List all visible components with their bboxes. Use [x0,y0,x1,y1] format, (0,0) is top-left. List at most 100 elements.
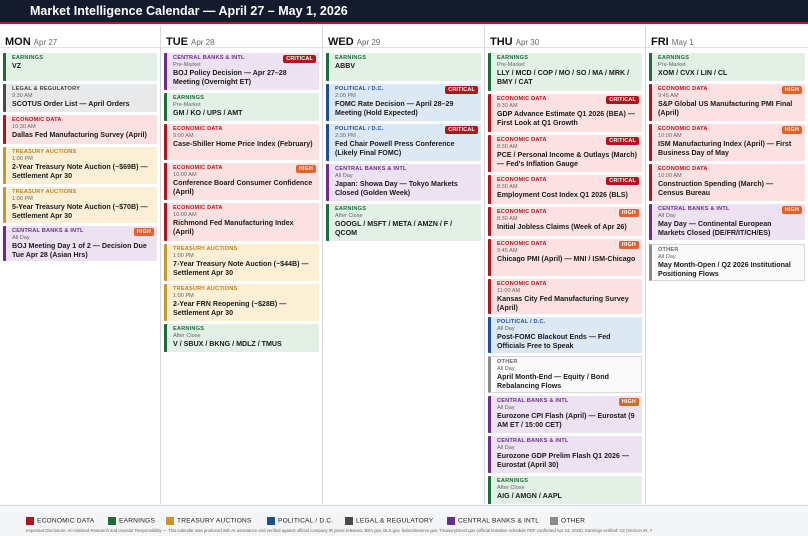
high-badge: HIGH [133,228,154,236]
event-card[interactable]: ECONOMIC DATA 10:00 AM ISM Manufacturing I… [649,124,805,161]
event-category: ECONOMIC DATA [173,165,223,171]
event-card[interactable]: ECONOMIC DATA 8:30 AM GDP Advance Estimate… [488,94,642,132]
event-category: ECONOMIC DATA [12,117,62,123]
event-card[interactable]: CENTRAL BANKS & INTL All Day Eurozone CPI … [488,396,642,433]
event-title: May Day — Continental European Markets C… [658,220,772,237]
event-category: EARNINGS [335,206,367,212]
event-time: All Day [497,405,515,411]
event-card[interactable]: EARNINGS After Close V / SBUX / BKNG / MDL… [164,324,319,352]
week-grid: MON Apr 27 EARNINGS VZ LEGAL & REGULATORY 9:… [0,26,808,504]
event-title: Kansas City Fed Manufacturing Survey (Ap… [497,295,629,312]
event-time: 1:00 PM [173,253,194,259]
event-card[interactable]: OTHER All Day May Month-Open / Q2 2026 Ins… [649,244,805,281]
event-card[interactable]: EARNINGS VZ [3,53,157,81]
event-time: After Close [335,213,363,219]
legend-swatch [26,516,34,525]
event-category: ECONOMIC DATA [658,86,708,92]
event-title: Eurozone CPI Flash (April) — Eurostat (9… [497,412,635,429]
event-card[interactable]: ECONOMIC DATA 8:30 AM PCE / Personal Incom… [488,135,642,172]
event-time: Pre-Market [658,62,686,68]
event-card[interactable]: CENTRAL BANKS & INTL All Day May Day — Con… [649,204,805,240]
event-card[interactable]: ECONOMIC DATA 8:30 AM Employment Cost Inde… [488,175,642,204]
event-card[interactable]: EARNINGS Pre-Market LLY / MCD / COP / MO /… [488,53,642,91]
event-time: 9:00 AM [173,133,194,139]
event-card[interactable]: ECONOMIC DATA 11:00 AM Kansas City Fed Man… [488,279,642,314]
legend-swatch [108,516,116,525]
event-card[interactable]: ECONOMIC DATA 10:00 AM Conference Board Co… [164,163,319,200]
critical-badge: CRITICAL [445,86,478,94]
event-card[interactable]: TREASURY AUCTIONS 1:00 PM 7-Year Treasury … [164,244,319,281]
event-card[interactable]: EARNINGS Pre-Market GM / KO / UPS / AMT [164,93,319,121]
critical-badge: CRITICAL [445,126,478,134]
event-card[interactable]: EARNINGS ABBV [326,53,481,81]
event-category: EARNINGS [173,326,205,332]
event-category: OTHER [497,359,518,365]
event-title: Initial Jobless Claims (Week of Apr 26) [497,223,627,231]
legend-swatch [550,516,558,525]
legend-label: EARNINGS [119,517,156,525]
event-card[interactable]: ECONOMIC DATA 10:30 AM Dallas Fed Manufact… [3,115,157,144]
day-date: Apr 28 [191,38,215,47]
event-title: April Month-End — Equity / Bond Rebalanc… [497,373,609,390]
event-category: EARNINGS [335,55,367,61]
event-title: V / SBUX / BKNG / MDLZ / TMUS [173,340,282,348]
critical-badge: CRITICAL [606,96,639,104]
event-time: After Close [173,333,201,339]
event-card[interactable]: POLITICAL / D.C. 2:30 PM Fed Chair Powell … [326,124,481,161]
high-badge: HIGH [295,165,316,173]
event-category: OTHER [658,247,679,253]
critical-badge: CRITICAL [283,55,316,63]
page-title: Market Intelligence Calendar — April 27 … [30,4,348,18]
event-time: 9:45 AM [497,248,518,254]
event-card[interactable]: POLITICAL / D.C. 2:00 PM FOMC Rate Decisio… [326,84,481,121]
event-time: After Close [497,485,525,491]
event-title: GM / KO / UPS / AMT [173,109,243,117]
event-category: TREASURY AUCTIONS [173,286,238,292]
event-card[interactable]: ECONOMIC DATA 9:45 AM Chicago PMI (April) … [488,239,642,276]
event-card[interactable]: POLITICAL / D.C. All Day Post-FOMC Blackou… [488,317,642,353]
event-category: ECONOMIC DATA [497,241,547,247]
high-badge: HIGH [781,206,802,214]
event-card[interactable]: CENTRAL BANKS & INTL All Day Eurozone GDP … [488,436,642,473]
event-time: Pre-Market [497,62,525,68]
event-time: 1:00 PM [12,196,33,202]
event-category: CENTRAL BANKS & INTL [658,206,730,212]
event-category: EARNINGS [497,478,529,484]
event-time: All Day [497,366,515,372]
event-time: 10:00 AM [658,133,682,139]
event-card[interactable]: EARNINGS After Close AIG / AMGN / AAPL [488,476,642,504]
event-card[interactable]: ECONOMIC DATA 9:00 AM Case-Shiller Home Pr… [164,124,319,160]
event-category: TREASURY AUCTIONS [173,246,238,252]
event-card[interactable]: EARNINGS After Close GOOGL / MSFT / META /… [326,204,481,241]
event-title: 7-Year Treasury Note Auction (~$44B) — S… [173,260,309,277]
event-card[interactable]: OTHER All Day April Month-End — Equity / B… [488,356,642,393]
event-title: Conference Board Consumer Confidence (Ap… [173,179,313,196]
event-card[interactable]: LEGAL & REGULATORY 9:30 AM SCOTUS Order Li… [3,84,157,112]
event-card[interactable]: ECONOMIC DATA 9:45 AM S&P Global US Manufa… [649,84,805,121]
event-category: ECONOMIC DATA [497,281,547,287]
event-card[interactable]: CENTRAL BANKS & INTL All Day Japan: Showa … [326,164,481,201]
event-card[interactable]: ECONOMIC DATA 10:00 AM Richmond Fed Manufa… [164,203,319,241]
event-card[interactable]: TREASURY AUCTIONS 1:00 PM 5-Year Treasury … [3,187,157,223]
event-time: All Day [335,173,353,179]
high-badge: HIGH [781,126,802,134]
event-card[interactable]: TREASURY AUCTIONS 1:00 PM 2-Year Treasury … [3,147,157,184]
event-card[interactable]: ECONOMIC DATA 8:30 AM Initial Jobless Clai… [488,207,642,236]
day-date: May 1 [671,38,694,47]
event-time: 10:30 AM [12,124,36,130]
event-time: 9:30 AM [12,93,33,99]
event-category: ECONOMIC DATA [658,126,708,132]
event-category: LEGAL & REGULATORY [12,86,81,92]
event-time: All Day [658,254,676,260]
legend-swatch [166,516,174,525]
event-card[interactable]: TREASURY AUCTIONS 1:00 PM 2-Year FRN Reope… [164,284,319,321]
event-card[interactable]: CENTRAL BANKS & INTL Pre-Market BOJ Policy… [164,53,319,90]
event-title: BOJ Meeting Day 1 of 2 — Decision Due Tu… [12,242,147,259]
event-card[interactable]: EARNINGS Pre-Market XOM / CVX / LIN / CL [649,53,805,81]
event-card[interactable]: CENTRAL BANKS & INTL All Day BOJ Meeting D… [3,226,157,261]
event-card[interactable]: ECONOMIC DATA 10:00 AM Construction Spendi… [649,164,805,201]
day-column-fri: FRI May 1 EARNINGS Pre-Market XOM / CVX / L… [646,26,808,504]
event-title: Post-FOMC Blackout Ends — Fed Officials … [497,333,611,350]
event-title: AIG / AMGN / AAPL [497,492,562,500]
event-title: Fed Chair Powell Press Conference (Likel… [335,140,455,157]
